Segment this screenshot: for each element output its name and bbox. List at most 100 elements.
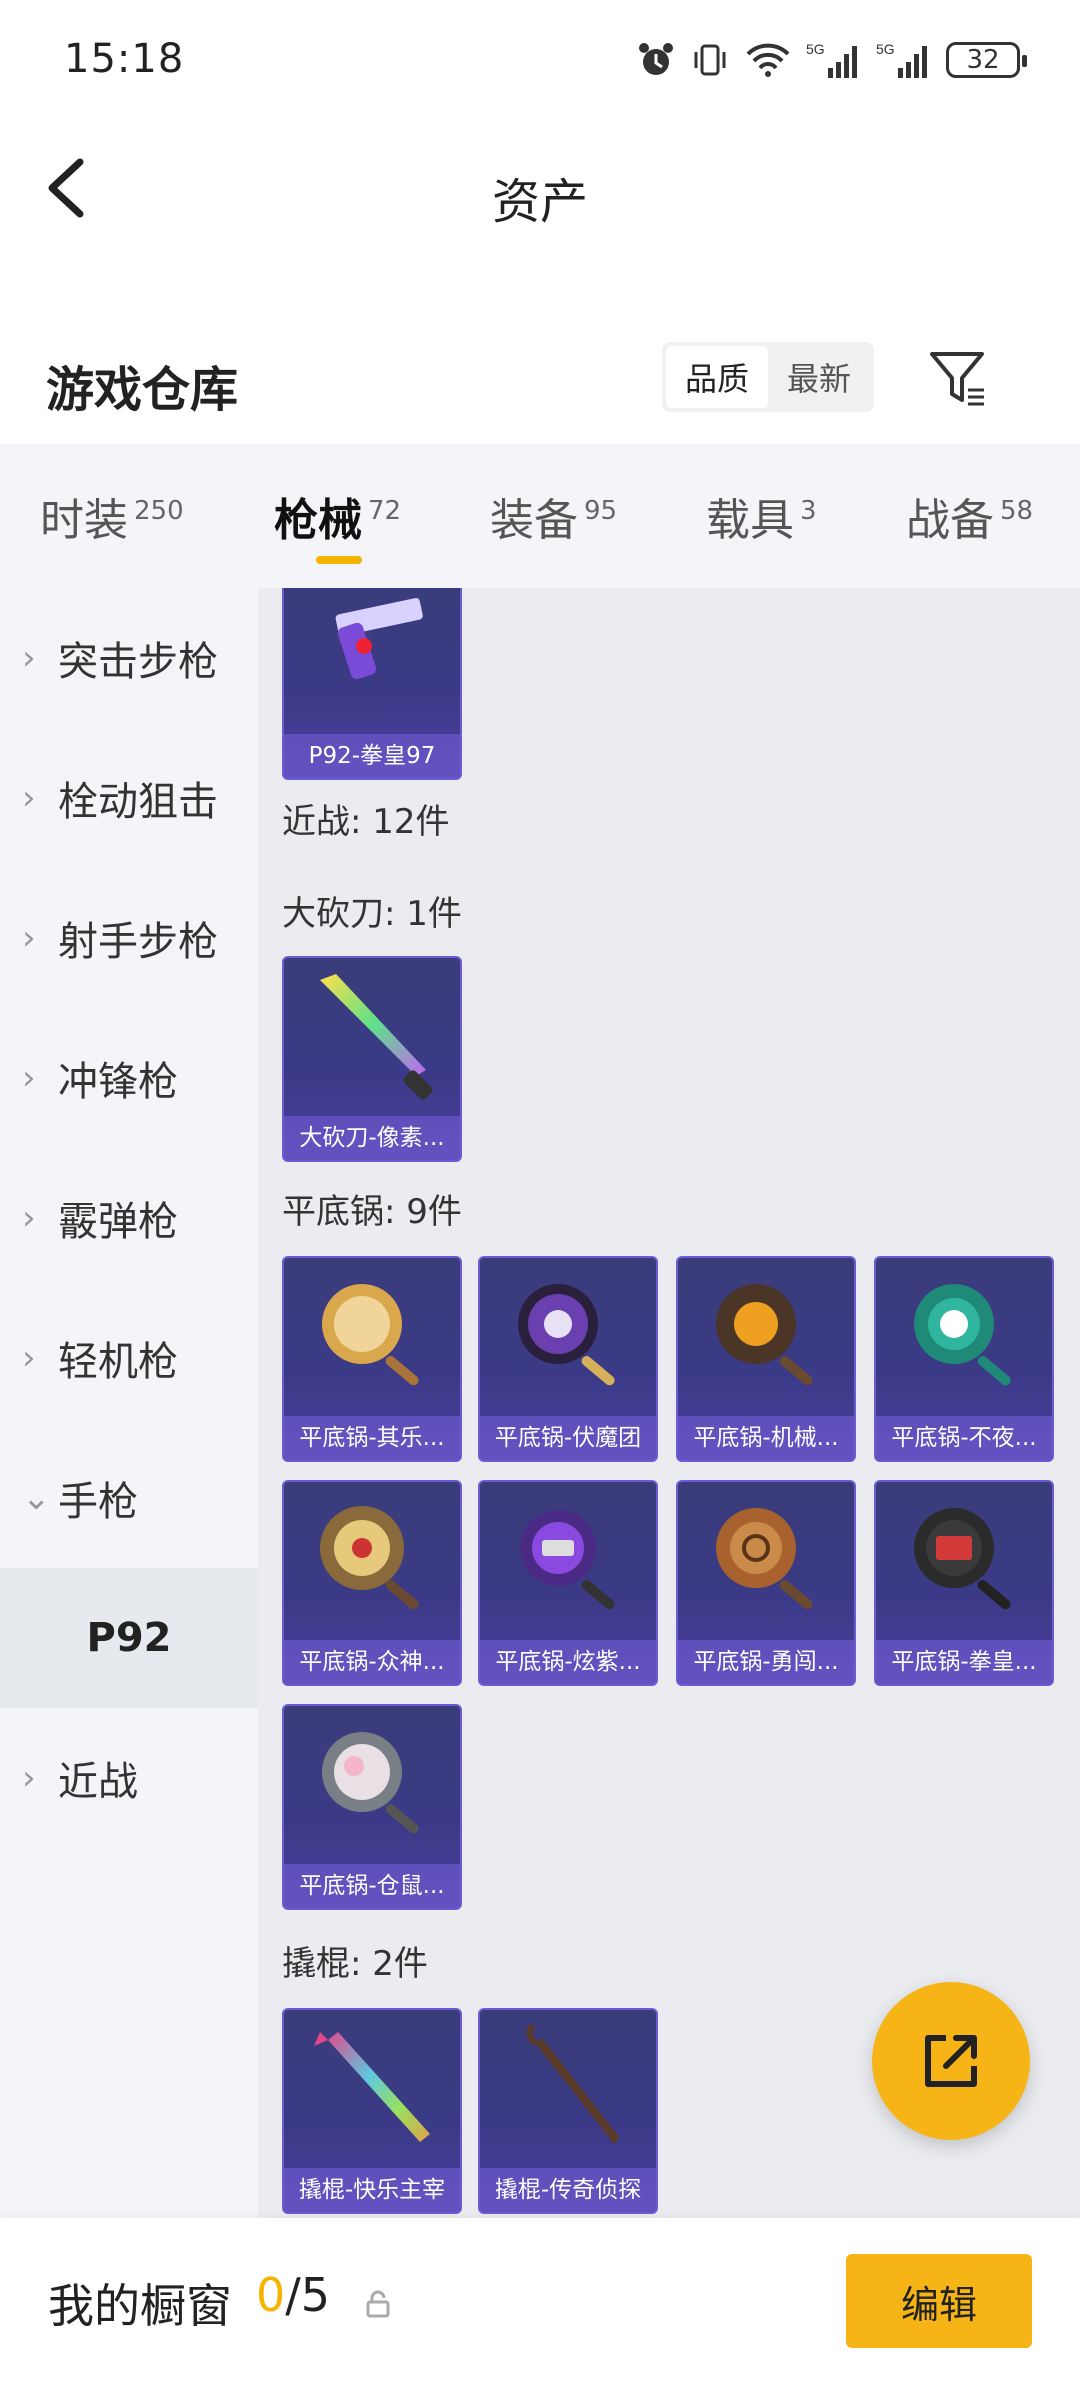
sort-newest-button[interactable]: 最新: [768, 346, 870, 408]
signal-icon: 5G: [806, 41, 857, 78]
sidebar-item-lmg[interactable]: › 轻机枪: [0, 1288, 258, 1428]
sidebar-item-assault-rifle[interactable]: › 突击步枪: [0, 588, 258, 728]
sidebar-subitem-p92[interactable]: P92: [0, 1568, 258, 1708]
weapon-category-sidebar: › 突击步枪 › 栓动狙击 › 射手步枪 › 冲锋枪 › 霰弹枪 › 轻机枪 ⌄ 手枪 P92…: [0, 588, 258, 2218]
sidebar-item-melee[interactable]: › 近战: [0, 1708, 258, 1848]
item-card-pan[interactable]: 平底锅-勇闯...: [676, 1480, 856, 1686]
pan-image: [716, 1284, 813, 1386]
item-card-pan[interactable]: 平底锅-众神...: [282, 1480, 462, 1686]
item-card-pan[interactable]: 平底锅-炫紫...: [478, 1480, 658, 1686]
alarm-icon: [639, 43, 673, 75]
bottom-bar: 我的橱窗 0/5 编辑: [0, 2218, 1080, 2382]
showcase-current: 0: [256, 2268, 286, 2322]
item-card-pan[interactable]: 平底锅-伏魔团: [478, 1256, 658, 1462]
tab-label: 载具: [706, 495, 794, 546]
tab-label: 装备: [490, 495, 578, 546]
pan-image: [914, 1508, 1011, 1610]
sidebar-item-label: 冲锋枪: [58, 1059, 178, 1105]
sidebar-item-smg[interactable]: › 冲锋枪: [0, 1008, 258, 1148]
showcase-total: /5: [285, 2268, 331, 2322]
chevron-right-icon: ›: [22, 638, 36, 678]
item-card-label: 撬棍-快乐主宰: [284, 2168, 460, 2212]
item-card-label: 平底锅-勇闯...: [678, 1640, 854, 1684]
item-card-label: P92-拳皇97: [284, 734, 460, 778]
sidebar-item-bolt-sniper[interactable]: › 栓动狙击: [0, 728, 258, 868]
pan-image: [518, 1284, 615, 1386]
sidebar-item-label: 突击步枪: [58, 639, 218, 685]
machete-image: [320, 974, 433, 1100]
item-card-label: 平底锅-伏魔团: [480, 1416, 656, 1460]
item-card-crowbar[interactable]: 撬棍-快乐主宰: [282, 2008, 462, 2214]
pan-image: [914, 1284, 1011, 1386]
crowbar-image: [314, 2032, 430, 2142]
group-label-melee: 近战: 12件: [282, 802, 450, 842]
share-icon: [925, 2035, 977, 2087]
tab-equipment[interactable]: 装备 95: [490, 484, 617, 548]
pan-image: [320, 1506, 419, 1610]
tab-count: 3: [800, 496, 817, 527]
chevron-right-icon: ›: [22, 778, 36, 818]
item-card-label: 平底锅-众神...: [284, 1640, 460, 1684]
status-bar: 15:18 5G 5G 32: [0, 0, 1080, 120]
page-title: 资产: [491, 174, 588, 230]
chevron-down-icon: ⌄: [22, 1478, 51, 1518]
header: 资产: [0, 120, 1080, 264]
item-card-pan[interactable]: 平底锅-机械...: [676, 1256, 856, 1462]
signal-icon: 5G: [876, 41, 927, 78]
chevron-right-icon: ›: [22, 1198, 36, 1238]
tab-count: 72: [368, 496, 402, 527]
edit-button[interactable]: 编辑: [846, 2254, 1032, 2348]
tab-fashion[interactable]: 时装 250: [40, 484, 184, 548]
showcase-label: 我的橱窗: [48, 2279, 232, 2333]
item-card-pan[interactable]: 平底锅-仓鼠...: [282, 1704, 462, 1910]
pan-image: [322, 1284, 419, 1386]
status-time: 15:18: [64, 36, 185, 82]
warehouse-row: 游戏仓库 品质 最新: [0, 320, 1080, 440]
chevron-right-icon: ›: [22, 1058, 36, 1098]
item-card-label: 大砍刀-像素...: [284, 1116, 460, 1160]
group-label-pan: 平底锅: 9件: [282, 1192, 462, 1232]
item-card-pan[interactable]: 平底锅-不夜...: [874, 1256, 1054, 1462]
tab-label: 战备: [906, 495, 994, 546]
tab-label: 枪械: [274, 495, 362, 546]
sidebar-item-shotgun[interactable]: › 霰弹枪: [0, 1148, 258, 1288]
sort-quality-button[interactable]: 品质: [666, 346, 768, 408]
category-tab-bar: 时装 250 枪械 72 装备 95 载具 3 战备 58: [0, 444, 1080, 588]
sidebar-item-label: 射手步枪: [58, 919, 218, 965]
sidebar-item-marksman-rifle[interactable]: › 射手步枪: [0, 868, 258, 1008]
item-card-pan[interactable]: 平底锅-拳皇...: [874, 1480, 1054, 1686]
chevron-right-icon: ›: [22, 1758, 36, 1798]
item-card-crowbar[interactable]: 撬棍-传奇侦探: [478, 2008, 658, 2214]
tab-supplies[interactable]: 战备 58: [906, 484, 1033, 548]
sidebar-item-label: 手枪: [58, 1479, 138, 1525]
svg-text:5G: 5G: [806, 41, 825, 57]
tab-label: 时装: [40, 495, 128, 546]
pan-image: [520, 1510, 615, 1610]
item-card-label: 平底锅-炫紫...: [480, 1640, 656, 1684]
item-card-label: 撬棍-传奇侦探: [480, 2168, 656, 2212]
sidebar-item-label: 栓动狙击: [58, 779, 218, 825]
item-card-pan[interactable]: 平底锅-其乐...: [282, 1256, 462, 1462]
item-card-p92[interactable]: P92-拳皇97: [282, 588, 462, 780]
warehouse-title: 游戏仓库: [46, 362, 239, 418]
pan-image: [322, 1732, 419, 1834]
sidebar-item-label: 近战: [58, 1759, 138, 1805]
item-grid-area: P92-拳皇97 近战: 12件 大砍刀: 1件 大砍刀-像素... 平底锅: …: [258, 588, 1080, 2218]
sort-toggle: 品质 最新: [662, 342, 874, 412]
group-label-machete: 大砍刀: 1件: [282, 894, 462, 934]
tab-weapons[interactable]: 枪械 72: [274, 484, 401, 548]
status-icons: 5G 5G 32: [636, 40, 1027, 80]
share-button[interactable]: [872, 1982, 1030, 2140]
showcase-count: 0/5: [256, 2268, 330, 2322]
chevron-right-icon: ›: [22, 1338, 36, 1378]
lock-icon: [366, 2290, 390, 2318]
item-card-machete[interactable]: 大砍刀-像素...: [282, 956, 462, 1162]
item-card-label: 平底锅-其乐...: [284, 1416, 460, 1460]
item-card-label: 平底锅-不夜...: [876, 1416, 1052, 1460]
sidebar-item-pistol[interactable]: ⌄ 手枪: [0, 1428, 258, 1568]
tab-vehicles[interactable]: 载具 3: [706, 484, 817, 548]
filter-button[interactable]: [924, 344, 994, 414]
svg-text:5G: 5G: [876, 41, 895, 57]
battery-icon: 32: [946, 42, 1027, 78]
chevron-right-icon: ›: [22, 918, 36, 958]
